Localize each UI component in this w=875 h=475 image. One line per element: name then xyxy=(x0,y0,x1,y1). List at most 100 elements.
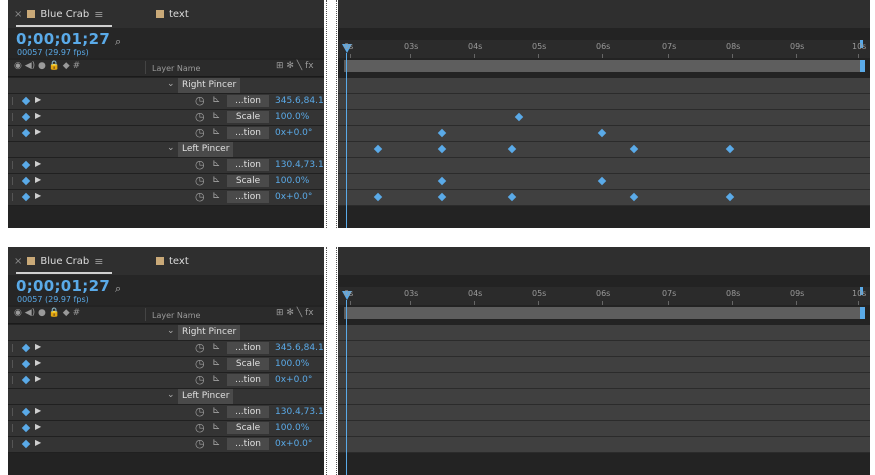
property-value[interactable]: 130.4,73.1 xyxy=(275,160,324,170)
next-keyframe-icon[interactable]: ▶ xyxy=(35,175,41,184)
keyframe-icon[interactable] xyxy=(21,192,31,202)
property-value[interactable]: 345.6,84.1 xyxy=(275,96,324,106)
checkbox-icon[interactable] xyxy=(12,193,19,201)
graph-icon[interactable]: ⊾ xyxy=(212,421,220,432)
graph-icon[interactable]: ⊾ xyxy=(212,94,220,105)
playhead-line[interactable] xyxy=(346,53,347,228)
layer-name-column[interactable]: Layer Name xyxy=(145,61,270,74)
property-row[interactable]: ▶ ◷ ⊾ Scale 100.0% xyxy=(8,174,324,190)
next-keyframe-icon[interactable]: ▶ xyxy=(35,358,41,367)
property-value[interactable]: 100.0% xyxy=(275,359,309,369)
next-keyframe-icon[interactable]: ▶ xyxy=(35,374,41,383)
checkbox-icon[interactable] xyxy=(12,376,19,384)
timeline-area[interactable]: 0s 03s 04s 05s 06s 07s 08s 09s 10s xyxy=(338,0,870,228)
graph-icon[interactable]: ⊾ xyxy=(212,126,220,137)
timeline-row[interactable] xyxy=(338,437,870,453)
group-row[interactable]: ⌄ Left Pincer xyxy=(8,389,324,405)
property-row[interactable]: ▶ ◷ ⊾ ...tion 0x+0.0° xyxy=(8,126,324,142)
keyframe-icon[interactable] xyxy=(21,176,31,186)
next-keyframe-icon[interactable]: ▶ xyxy=(35,406,41,415)
next-keyframe-icon[interactable]: ▶ xyxy=(35,159,41,168)
stopwatch-icon[interactable]: ◷ xyxy=(195,421,205,434)
timeline-row[interactable] xyxy=(338,94,870,110)
timeline-row[interactable] xyxy=(338,158,870,174)
keyframe-icon[interactable] xyxy=(21,96,31,106)
stopwatch-icon[interactable]: ◷ xyxy=(195,126,205,139)
tab-blue-crab[interactable]: × Blue Crab ≡ xyxy=(14,6,104,22)
next-keyframe-icon[interactable]: ▶ xyxy=(35,111,41,120)
property-value[interactable]: 0x+0.0° xyxy=(275,439,312,449)
graph-icon[interactable]: ⊾ xyxy=(212,190,220,201)
timeline-area[interactable]: 0s 03s 04s 05s 06s 07s 08s 09s 10s xyxy=(338,247,870,475)
search-icon[interactable]: ⌕ xyxy=(115,282,121,296)
tab-text[interactable]: text xyxy=(156,253,189,269)
next-keyframe-icon[interactable]: ▶ xyxy=(35,342,41,351)
keyframe-icon[interactable] xyxy=(21,343,31,353)
property-row[interactable]: ▶ ◷ ⊾ ...tion 345.6,84.1 xyxy=(8,341,324,357)
checkbox-icon[interactable] xyxy=(12,360,19,368)
checkbox-icon[interactable] xyxy=(12,440,19,448)
keyframe-icon[interactable] xyxy=(21,112,31,122)
property-value[interactable]: 0x+0.0° xyxy=(275,375,312,385)
group-row[interactable]: ⌄ Left Pincer xyxy=(8,142,324,158)
playhead-line[interactable] xyxy=(346,300,347,475)
close-icon[interactable]: × xyxy=(14,9,22,20)
timeline-row[interactable] xyxy=(338,190,870,206)
stopwatch-icon[interactable]: ◷ xyxy=(195,190,205,203)
panel-menu-icon[interactable]: ≡ xyxy=(94,255,103,268)
keyframe-icon[interactable] xyxy=(21,375,31,385)
property-row[interactable]: ▶ ◷ ⊾ Scale 100.0% xyxy=(8,421,324,437)
stopwatch-icon[interactable]: ◷ xyxy=(195,158,205,171)
tab-blue-crab[interactable]: × Blue Crab ≡ xyxy=(14,253,104,269)
work-area-end-handle[interactable] xyxy=(860,307,865,319)
property-row[interactable]: ▶ ◷ ⊾ ...tion 0x+0.0° xyxy=(8,437,324,453)
chevron-down-icon[interactable]: ⌄ xyxy=(167,143,175,153)
layer-name-column[interactable]: Layer Name xyxy=(145,308,270,321)
property-row[interactable]: ▶ ◷ ⊾ ...tion 0x+0.0° xyxy=(8,373,324,389)
graph-icon[interactable]: ⊾ xyxy=(212,174,220,185)
current-time-display[interactable]: 0;00;01;27 xyxy=(16,30,110,48)
checkbox-icon[interactable] xyxy=(12,97,19,105)
work-area-bar[interactable] xyxy=(344,60,864,72)
timeline-row[interactable] xyxy=(338,405,870,421)
work-area-end-handle[interactable] xyxy=(860,60,865,72)
timeline-row[interactable] xyxy=(338,142,870,158)
keyframe-icon[interactable] xyxy=(21,423,31,433)
next-keyframe-icon[interactable]: ▶ xyxy=(35,95,41,104)
work-area-bar[interactable] xyxy=(344,307,864,319)
property-row[interactable]: ▶ ◷ ⊾ Scale 100.0% xyxy=(8,357,324,373)
current-time-display[interactable]: 0;00;01;27 xyxy=(16,277,110,295)
property-value[interactable]: 345.6,84.1 xyxy=(275,343,324,353)
timeline-row[interactable] xyxy=(338,389,870,405)
next-keyframe-icon[interactable]: ▶ xyxy=(35,127,41,136)
chevron-down-icon[interactable]: ⌄ xyxy=(167,326,175,336)
stopwatch-icon[interactable]: ◷ xyxy=(195,437,205,450)
property-value[interactable]: 0x+0.0° xyxy=(275,128,312,138)
search-icon[interactable]: ⌕ xyxy=(115,35,121,49)
next-keyframe-icon[interactable]: ▶ xyxy=(35,438,41,447)
checkbox-icon[interactable] xyxy=(12,161,19,169)
graph-icon[interactable]: ⊾ xyxy=(212,341,220,352)
chevron-down-icon[interactable]: ⌄ xyxy=(167,79,175,89)
chevron-down-icon[interactable]: ⌄ xyxy=(167,390,175,400)
graph-icon[interactable]: ⊾ xyxy=(212,373,220,384)
keyframe-icon[interactable] xyxy=(21,160,31,170)
stopwatch-icon[interactable]: ◷ xyxy=(195,357,205,370)
graph-icon[interactable]: ⊾ xyxy=(212,357,220,368)
panel-menu-icon[interactable]: ≡ xyxy=(94,8,103,21)
property-row[interactable]: ▶ ◷ ⊾ Scale 100.0% xyxy=(8,110,324,126)
timeline-row[interactable] xyxy=(338,357,870,373)
property-value[interactable]: 0x+0.0° xyxy=(275,192,312,202)
graph-icon[interactable]: ⊾ xyxy=(212,437,220,448)
timeline-row[interactable] xyxy=(338,325,870,341)
checkbox-icon[interactable] xyxy=(12,344,19,352)
graph-icon[interactable]: ⊾ xyxy=(212,405,220,416)
property-value[interactable]: 100.0% xyxy=(275,176,309,186)
close-icon[interactable]: × xyxy=(14,256,22,267)
property-row[interactable]: ▶ ◷ ⊾ ...tion 130.4,73.1 xyxy=(8,158,324,174)
property-value[interactable]: 100.0% xyxy=(275,112,309,122)
checkbox-icon[interactable] xyxy=(12,113,19,121)
checkbox-icon[interactable] xyxy=(12,129,19,137)
property-value[interactable]: 100.0% xyxy=(275,423,309,433)
checkbox-icon[interactable] xyxy=(12,424,19,432)
